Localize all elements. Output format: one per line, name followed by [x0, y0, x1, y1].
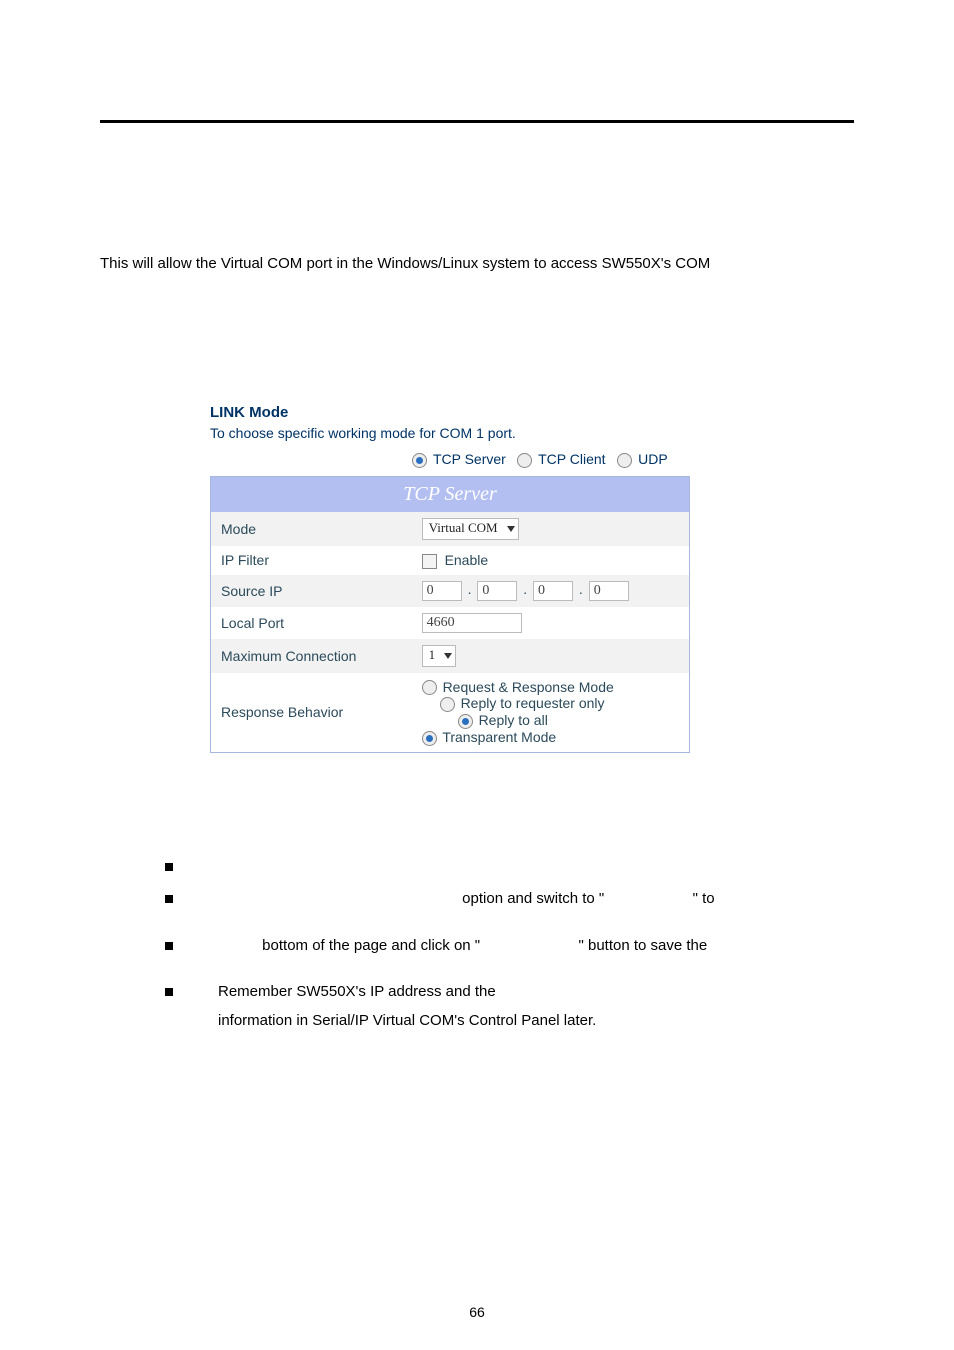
table-row: IP Filter Enable — [211, 546, 690, 575]
radio-tcp-client[interactable] — [517, 453, 532, 468]
list-item: option and switch to " " to — [165, 885, 854, 914]
bullet-1-frag-2: " to — [693, 890, 715, 907]
table-row: Source IP 0 . 0 . 0 . 0 — [211, 575, 690, 607]
radio-reply-all[interactable] — [458, 714, 473, 729]
radio-transparent[interactable] — [422, 731, 437, 746]
sourceip-label: Source IP — [211, 575, 412, 607]
radio-reqresp[interactable] — [422, 680, 437, 695]
table-row: Local Port 4660 — [211, 607, 690, 639]
bullet-icon — [165, 988, 173, 996]
list-item: Remember SW550X's IP address and the inf… — [165, 978, 854, 1035]
tcp-server-table: TCP Server Mode Virtual COM IP — [210, 476, 690, 753]
bullet-3-line-2: information in Serial/IP Virtual COM's C… — [218, 1007, 854, 1036]
radio-udp-label: UDP — [638, 451, 668, 467]
protocol-radio-group: TCP Server TCP Client UDP — [390, 451, 690, 468]
table-row: Mode Virtual COM — [211, 512, 690, 546]
radio-udp[interactable] — [617, 453, 632, 468]
sourceip-octet-2[interactable]: 0 — [477, 581, 517, 601]
link-mode-title: LINK Mode — [210, 404, 690, 421]
tcp-server-header: TCP Server — [211, 476, 690, 512]
localport-input[interactable]: 4660 — [422, 613, 522, 633]
mode-select-value: Virtual COM — [429, 520, 498, 535]
sourceip-octet-3[interactable]: 0 — [533, 581, 573, 601]
sourceip-octet-4[interactable]: 0 — [589, 581, 629, 601]
ipfilter-value: Enable — [445, 552, 489, 568]
sourceip-octet-1[interactable]: 0 — [422, 581, 462, 601]
ipfilter-checkbox[interactable] — [422, 554, 437, 569]
ip-dot: . — [523, 581, 527, 597]
bullet-2-frag-1: bottom of the page and click on " — [262, 937, 480, 954]
mode-label: Mode — [211, 512, 412, 546]
ip-dot: . — [579, 581, 583, 597]
radio-reply-requester[interactable] — [440, 697, 455, 712]
chevron-down-icon — [444, 653, 452, 659]
radio-tcp-server-label: TCP Server — [433, 451, 506, 467]
bullet-1-frag-1: option and switch to " — [462, 890, 604, 907]
ipfilter-label: IP Filter — [211, 546, 412, 575]
intro-paragraph: This will allow the Virtual COM port in … — [100, 253, 854, 274]
maxconn-value: 1 — [429, 647, 436, 662]
bullet-2-frag-2: " button to save the — [578, 937, 707, 954]
top-rule — [100, 120, 854, 123]
maxconn-select[interactable]: 1 — [422, 645, 457, 667]
list-item — [165, 853, 854, 882]
radio-tcp-server[interactable] — [412, 453, 427, 468]
table-row: Maximum Connection 1 — [211, 639, 690, 673]
ip-dot: . — [468, 581, 472, 597]
link-mode-subtitle: To choose specific working mode for COM … — [210, 425, 690, 441]
list-item: bottom of the page and click on " " butt… — [165, 932, 854, 961]
table-row: Response Behavior Request & Response Mod… — [211, 673, 690, 753]
bullet-list: option and switch to " " to bottom of th… — [165, 853, 854, 1036]
bullet-3-line-1: Remember SW550X's IP address and the — [218, 978, 854, 1007]
page-number: 66 — [0, 1304, 954, 1320]
localport-label: Local Port — [211, 607, 412, 639]
chevron-down-icon — [507, 526, 515, 532]
maxconn-label: Maximum Connection — [211, 639, 412, 673]
radio-reply-requester-label: Reply to requester only — [461, 695, 605, 711]
mode-select[interactable]: Virtual COM — [422, 518, 519, 540]
radio-reply-all-label: Reply to all — [479, 712, 548, 728]
radio-transparent-label: Transparent Mode — [442, 729, 556, 745]
bullet-icon — [165, 863, 173, 871]
bullet-icon — [165, 895, 173, 903]
link-mode-figure: LINK Mode To choose specific working mod… — [210, 404, 690, 753]
radio-reqresp-label: Request & Response Mode — [443, 679, 614, 695]
bullet-icon — [165, 942, 173, 950]
response-behavior-label: Response Behavior — [211, 673, 412, 753]
radio-tcp-client-label: TCP Client — [538, 451, 605, 467]
